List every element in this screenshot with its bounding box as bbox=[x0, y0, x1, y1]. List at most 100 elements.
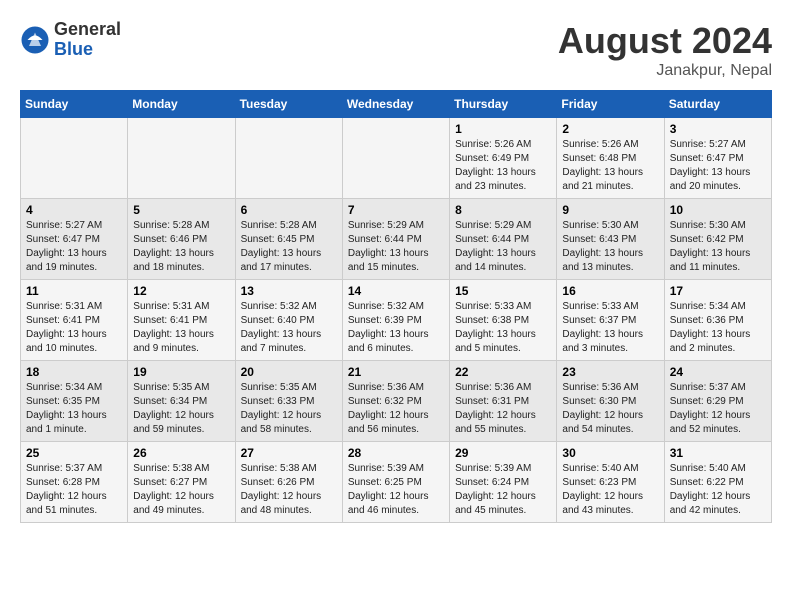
calendar-cell bbox=[342, 118, 449, 199]
calendar-header: SundayMondayTuesdayWednesdayThursdayFrid… bbox=[21, 91, 772, 118]
day-info: Sunrise: 5:39 AM Sunset: 6:25 PM Dayligh… bbox=[348, 462, 444, 518]
calendar-cell: 16Sunrise: 5:33 AM Sunset: 6:37 PM Dayli… bbox=[557, 280, 664, 361]
calendar-cell: 17Sunrise: 5:34 AM Sunset: 6:36 PM Dayli… bbox=[664, 280, 771, 361]
day-info: Sunrise: 5:29 AM Sunset: 6:44 PM Dayligh… bbox=[348, 219, 444, 275]
day-info: Sunrise: 5:31 AM Sunset: 6:41 PM Dayligh… bbox=[26, 300, 122, 356]
calendar-week-2: 4Sunrise: 5:27 AM Sunset: 6:47 PM Daylig… bbox=[21, 199, 772, 280]
calendar-week-4: 18 Sunrise: 5:34 AM Sunset: 6:35 PM Dayli… bbox=[21, 361, 772, 442]
day-info: Sunrise: 5:36 AM Sunset: 6:30 PM Dayligh… bbox=[562, 381, 658, 437]
calendar-cell: 7 Sunrise: 5:29 AM Sunset: 6:44 PM Daylig… bbox=[342, 199, 449, 280]
day-info: Sunrise: 5:27 AM Sunset: 6:47 PM Dayligh… bbox=[26, 219, 122, 275]
calendar-cell: 3 Sunrise: 5:27 AM Sunset: 6:47 PM Daylig… bbox=[664, 118, 771, 199]
calendar-cell: 8 Sunrise: 5:29 AM Sunset: 6:44 PM Daylig… bbox=[450, 199, 557, 280]
calendar-table: SundayMondayTuesdayWednesdayThursdayFrid… bbox=[20, 90, 772, 523]
calendar-cell: 15 Sunrise: 5:33 AM Sunset: 6:38 PM Dayli… bbox=[450, 280, 557, 361]
day-number: 24 bbox=[670, 365, 766, 379]
day-number: 3 bbox=[670, 122, 766, 136]
title-block: August 2024 Janakpur, Nepal bbox=[558, 20, 772, 80]
header-day-saturday: Saturday bbox=[664, 91, 771, 118]
calendar-cell: 13 Sunrise: 5:32 AM Sunset: 6:40 PM Dayli… bbox=[235, 280, 342, 361]
day-number: 27 bbox=[241, 446, 337, 460]
day-info: Sunrise: 5:29 AM Sunset: 6:44 PM Dayligh… bbox=[455, 219, 551, 275]
calendar-cell: 29 Sunrise: 5:39 AM Sunset: 6:24 PM Dayli… bbox=[450, 442, 557, 523]
calendar-cell: 18 Sunrise: 5:34 AM Sunset: 6:35 PM Dayli… bbox=[21, 361, 128, 442]
day-info: Sunrise: 5:38 AM Sunset: 6:27 PM Dayligh… bbox=[133, 462, 229, 518]
calendar-cell: 1 Sunrise: 5:26 AM Sunset: 6:49 PM Daylig… bbox=[450, 118, 557, 199]
day-number: 8 bbox=[455, 203, 551, 217]
calendar-body: 1 Sunrise: 5:26 AM Sunset: 6:49 PM Daylig… bbox=[21, 118, 772, 523]
day-number: 28 bbox=[348, 446, 444, 460]
calendar-cell bbox=[21, 118, 128, 199]
day-number: 5 bbox=[133, 203, 229, 217]
day-number: 25 bbox=[26, 446, 122, 460]
header-day-sunday: Sunday bbox=[21, 91, 128, 118]
calendar-location: Janakpur, Nepal bbox=[558, 62, 772, 80]
day-info: Sunrise: 5:30 AM Sunset: 6:42 PM Dayligh… bbox=[670, 219, 766, 275]
calendar-cell: 26Sunrise: 5:38 AM Sunset: 6:27 PM Dayli… bbox=[128, 442, 235, 523]
header-day-monday: Monday bbox=[128, 91, 235, 118]
day-info: Sunrise: 5:39 AM Sunset: 6:24 PM Dayligh… bbox=[455, 462, 551, 518]
day-info: Sunrise: 5:36 AM Sunset: 6:31 PM Dayligh… bbox=[455, 381, 551, 437]
day-number: 12 bbox=[133, 284, 229, 298]
day-number: 1 bbox=[455, 122, 551, 136]
day-info: Sunrise: 5:40 AM Sunset: 6:22 PM Dayligh… bbox=[670, 462, 766, 518]
day-number: 23 bbox=[562, 365, 658, 379]
calendar-week-5: 25Sunrise: 5:37 AM Sunset: 6:28 PM Dayli… bbox=[21, 442, 772, 523]
day-info: Sunrise: 5:33 AM Sunset: 6:38 PM Dayligh… bbox=[455, 300, 551, 356]
day-number: 29 bbox=[455, 446, 551, 460]
header-day-friday: Friday bbox=[557, 91, 664, 118]
header-day-thursday: Thursday bbox=[450, 91, 557, 118]
calendar-cell: 4Sunrise: 5:27 AM Sunset: 6:47 PM Daylig… bbox=[21, 199, 128, 280]
logo-blue-text: Blue bbox=[54, 40, 121, 60]
day-info: Sunrise: 5:31 AM Sunset: 6:41 PM Dayligh… bbox=[133, 300, 229, 356]
day-info: Sunrise: 5:26 AM Sunset: 6:49 PM Dayligh… bbox=[455, 138, 551, 194]
calendar-week-3: 11 Sunrise: 5:31 AM Sunset: 6:41 PM Dayli… bbox=[21, 280, 772, 361]
calendar-cell bbox=[128, 118, 235, 199]
day-number: 7 bbox=[348, 203, 444, 217]
calendar-week-1: 1 Sunrise: 5:26 AM Sunset: 6:49 PM Daylig… bbox=[21, 118, 772, 199]
logo: General Blue bbox=[20, 20, 121, 60]
day-number: 21 bbox=[348, 365, 444, 379]
day-number: 19 bbox=[133, 365, 229, 379]
day-info: Sunrise: 5:30 AM Sunset: 6:43 PM Dayligh… bbox=[562, 219, 658, 275]
day-number: 30 bbox=[562, 446, 658, 460]
day-number: 11 bbox=[26, 284, 122, 298]
calendar-cell: 28 Sunrise: 5:39 AM Sunset: 6:25 PM Dayli… bbox=[342, 442, 449, 523]
calendar-cell: 10 Sunrise: 5:30 AM Sunset: 6:42 PM Dayli… bbox=[664, 199, 771, 280]
day-number: 6 bbox=[241, 203, 337, 217]
calendar-cell: 9Sunrise: 5:30 AM Sunset: 6:43 PM Daylig… bbox=[557, 199, 664, 280]
page-header: General Blue August 2024 Janakpur, Nepal bbox=[20, 20, 772, 80]
day-info: Sunrise: 5:34 AM Sunset: 6:36 PM Dayligh… bbox=[670, 300, 766, 356]
calendar-cell: 2 Sunrise: 5:26 AM Sunset: 6:48 PM Daylig… bbox=[557, 118, 664, 199]
calendar-cell: 12 Sunrise: 5:31 AM Sunset: 6:41 PM Dayli… bbox=[128, 280, 235, 361]
day-number: 10 bbox=[670, 203, 766, 217]
day-number: 2 bbox=[562, 122, 658, 136]
calendar-cell: 22 Sunrise: 5:36 AM Sunset: 6:31 PM Dayli… bbox=[450, 361, 557, 442]
day-info: Sunrise: 5:27 AM Sunset: 6:47 PM Dayligh… bbox=[670, 138, 766, 194]
day-number: 18 bbox=[26, 365, 122, 379]
day-info: Sunrise: 5:36 AM Sunset: 6:32 PM Dayligh… bbox=[348, 381, 444, 437]
day-info: Sunrise: 5:38 AM Sunset: 6:26 PM Dayligh… bbox=[241, 462, 337, 518]
day-info: Sunrise: 5:26 AM Sunset: 6:48 PM Dayligh… bbox=[562, 138, 658, 194]
logo-icon bbox=[20, 25, 50, 55]
day-number: 20 bbox=[241, 365, 337, 379]
day-info: Sunrise: 5:40 AM Sunset: 6:23 PM Dayligh… bbox=[562, 462, 658, 518]
day-number: 16 bbox=[562, 284, 658, 298]
header-day-wednesday: Wednesday bbox=[342, 91, 449, 118]
day-info: Sunrise: 5:32 AM Sunset: 6:40 PM Dayligh… bbox=[241, 300, 337, 356]
day-number: 15 bbox=[455, 284, 551, 298]
day-number: 22 bbox=[455, 365, 551, 379]
day-number: 14 bbox=[348, 284, 444, 298]
day-number: 13 bbox=[241, 284, 337, 298]
calendar-cell: 6Sunrise: 5:28 AM Sunset: 6:45 PM Daylig… bbox=[235, 199, 342, 280]
calendar-cell: 11 Sunrise: 5:31 AM Sunset: 6:41 PM Dayli… bbox=[21, 280, 128, 361]
calendar-cell: 23 Sunrise: 5:36 AM Sunset: 6:30 PM Dayli… bbox=[557, 361, 664, 442]
logo-general-text: General bbox=[54, 20, 121, 40]
calendar-title: August 2024 bbox=[558, 20, 772, 62]
calendar-cell: 21 Sunrise: 5:36 AM Sunset: 6:32 PM Dayli… bbox=[342, 361, 449, 442]
calendar-cell: 31Sunrise: 5:40 AM Sunset: 6:22 PM Dayli… bbox=[664, 442, 771, 523]
day-info: Sunrise: 5:32 AM Sunset: 6:39 PM Dayligh… bbox=[348, 300, 444, 356]
calendar-cell: 24Sunrise: 5:37 AM Sunset: 6:29 PM Dayli… bbox=[664, 361, 771, 442]
day-info: Sunrise: 5:34 AM Sunset: 6:35 PM Dayligh… bbox=[26, 381, 122, 437]
header-day-tuesday: Tuesday bbox=[235, 91, 342, 118]
